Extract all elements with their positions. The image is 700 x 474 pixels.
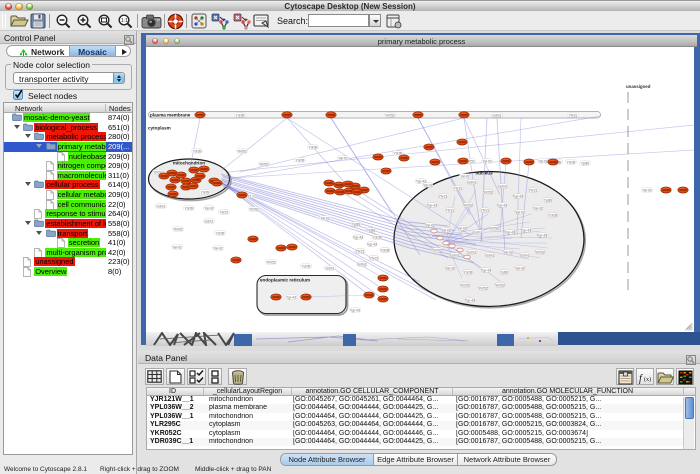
svg-text:Ygr-43: Ygr-43 xyxy=(465,298,475,302)
svg-text:Gdm1: Gdm1 xyxy=(205,219,214,223)
svg-text:Ylr052: Ylr052 xyxy=(478,286,488,290)
svg-text:Yal-02: Yal-02 xyxy=(482,159,491,163)
svg-text:f: f xyxy=(639,374,643,385)
svg-text:Ybr21: Ybr21 xyxy=(370,256,379,260)
svg-text:Ydr39: Ydr39 xyxy=(193,149,202,153)
svg-text:Yal-02: Yal-02 xyxy=(503,250,512,254)
svg-text:Ypl36: Ypl36 xyxy=(544,198,552,202)
svg-text:endoplasmic reticulum: endoplasmic reticulum xyxy=(260,278,310,283)
svg-text:Ylr052: Ylr052 xyxy=(173,227,183,231)
svg-text:Gdm1: Gdm1 xyxy=(499,184,508,188)
svg-text:Ylr052: Ylr052 xyxy=(249,207,259,211)
svg-text:Ylr052: Ylr052 xyxy=(259,162,269,166)
svg-text:Ylr052: Ylr052 xyxy=(483,190,493,194)
svg-text:Yal-02: Yal-02 xyxy=(172,245,181,249)
svg-text:Ygr-43: Ygr-43 xyxy=(286,295,296,299)
svg-text:Ypl36: Ypl36 xyxy=(500,270,508,274)
svg-text:Ygr-43: Ygr-43 xyxy=(367,242,377,246)
svg-text:Gdm1: Gdm1 xyxy=(486,253,495,257)
svg-text:Yal-02: Yal-02 xyxy=(515,266,524,270)
svg-text:Ypl36: Ypl36 xyxy=(581,161,589,165)
svg-text:Ylr052: Ylr052 xyxy=(463,203,473,207)
svg-text:Yal-02: Yal-02 xyxy=(538,159,547,163)
svg-text:Ybr21: Ybr21 xyxy=(439,194,448,198)
svg-text:Yal-02: Yal-02 xyxy=(213,246,222,250)
svg-text:Ydr39: Ydr39 xyxy=(373,235,382,239)
svg-text:Ybr21: Ybr21 xyxy=(454,186,463,190)
svg-text:Ydr39: Ydr39 xyxy=(236,113,245,117)
svg-text:Ybr21: Ybr21 xyxy=(481,208,490,212)
svg-text:Ybr21: Ybr21 xyxy=(569,113,578,117)
svg-text:Ygr-43: Ygr-43 xyxy=(427,203,437,207)
svg-text:Ydr39: Ydr39 xyxy=(394,151,403,155)
svg-text:Ygr-43: Ygr-43 xyxy=(521,228,531,232)
svg-text:Ygr-43: Ygr-43 xyxy=(350,308,360,312)
svg-text:Ydr39: Ydr39 xyxy=(201,190,210,194)
svg-text:Gdm1: Gdm1 xyxy=(326,266,335,270)
svg-text:Ygr-43: Ygr-43 xyxy=(353,235,363,239)
svg-text:(x): (x) xyxy=(644,376,651,383)
svg-text:Ygr-43: Ygr-43 xyxy=(481,268,491,272)
svg-text:Ygr-43: Ygr-43 xyxy=(505,230,515,234)
svg-text:Ylr052: Ylr052 xyxy=(237,149,247,153)
svg-text:Ydr39: Ydr39 xyxy=(185,206,194,210)
svg-text:Ygr-43: Ygr-43 xyxy=(537,233,547,237)
svg-text:Yal-02: Yal-02 xyxy=(338,156,347,160)
svg-text:Gdm1: Gdm1 xyxy=(468,180,477,184)
svg-text:Gdm1: Gdm1 xyxy=(474,230,483,234)
svg-text:Gdm1: Gdm1 xyxy=(358,262,367,266)
svg-text:Gdm1: Gdm1 xyxy=(468,250,477,254)
svg-text:Ydr39: Ydr39 xyxy=(302,264,311,268)
svg-text:Ydr39: Ydr39 xyxy=(381,248,390,252)
svg-text:Ypl36: Ypl36 xyxy=(352,222,360,226)
svg-text:Ybr21: Ybr21 xyxy=(446,208,455,212)
svg-text:Yal-02: Yal-02 xyxy=(445,266,454,270)
svg-text:Yal-02: Yal-02 xyxy=(515,210,524,214)
svg-text:Ydr39: Ydr39 xyxy=(567,160,576,164)
svg-text:mitochondrion: mitochondrion xyxy=(173,161,205,166)
svg-text:Yal-02: Yal-02 xyxy=(320,216,329,220)
svg-text:Ygr-43: Ygr-43 xyxy=(513,194,523,198)
svg-text:Yal-02: Yal-02 xyxy=(441,228,450,232)
svg-text:1:1: 1:1 xyxy=(121,18,128,24)
svg-text:Yal-02: Yal-02 xyxy=(457,226,466,230)
svg-text:unassigned: unassigned xyxy=(626,84,651,89)
svg-text:Yal-02: Yal-02 xyxy=(533,206,542,210)
svg-text:Gdm1: Gdm1 xyxy=(451,253,460,257)
svg-text:cytoplasm: cytoplasm xyxy=(148,126,171,131)
svg-text:Ylr052: Ylr052 xyxy=(535,250,545,254)
svg-text:Ydr39: Ydr39 xyxy=(464,270,473,274)
svg-text:Ylr052: Ylr052 xyxy=(432,248,442,252)
svg-text:Ydr39: Ydr39 xyxy=(216,231,225,235)
svg-text:Ydr39: Ydr39 xyxy=(296,158,305,162)
svg-text:Gdm1: Gdm1 xyxy=(157,204,166,208)
svg-text:Gdm1: Gdm1 xyxy=(521,253,530,257)
svg-text:Gdm1: Gdm1 xyxy=(493,113,502,117)
svg-text:Yal-02: Yal-02 xyxy=(460,174,469,178)
svg-text:Ylr052: Ylr052 xyxy=(460,283,470,287)
svg-text:Ybr21: Ybr21 xyxy=(356,249,365,253)
svg-text:Yal-02: Yal-02 xyxy=(642,188,651,192)
svg-text:Yal-02: Yal-02 xyxy=(423,183,432,187)
svg-text:Ybr21: Ybr21 xyxy=(529,188,538,192)
svg-text:plasma membrane: plasma membrane xyxy=(150,113,191,118)
svg-text:Yal-02: Yal-02 xyxy=(204,206,213,210)
svg-text:Ypl36: Ypl36 xyxy=(367,228,375,232)
svg-text:Yal-02: Yal-02 xyxy=(425,223,434,227)
svg-text:Ylr052: Ylr052 xyxy=(266,260,276,264)
svg-text:Ylr052: Ylr052 xyxy=(385,113,395,117)
svg-text:Ylr052: Ylr052 xyxy=(495,283,505,287)
svg-text:Ybr21: Ybr21 xyxy=(220,210,229,214)
svg-text:Ylr052: Ylr052 xyxy=(489,226,499,230)
svg-text:Ydr39: Ydr39 xyxy=(549,213,558,217)
svg-text:Ydr39: Ydr39 xyxy=(309,145,318,149)
svg-text:Ygr-43: Ygr-43 xyxy=(497,203,507,207)
